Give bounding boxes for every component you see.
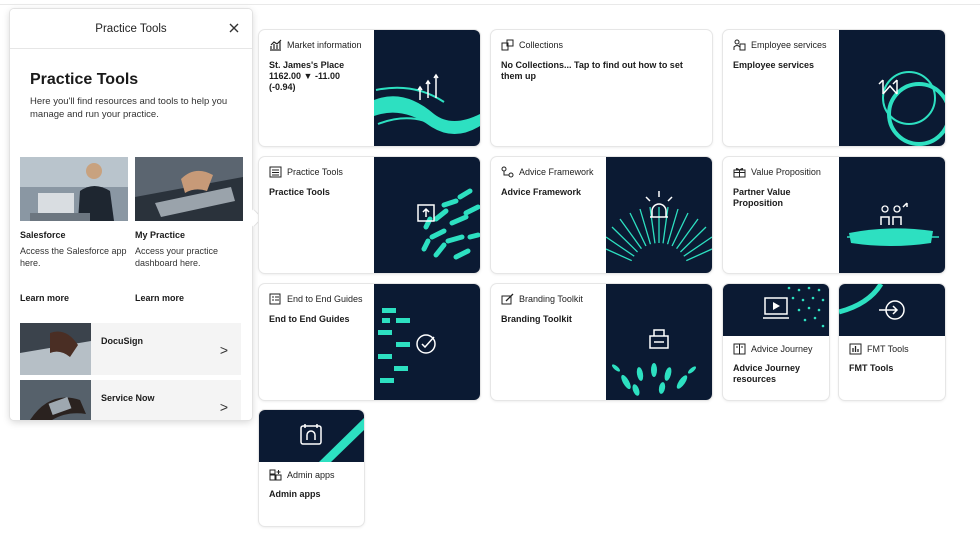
checklist-icon [269,293,281,305]
tile-header-label: Collections [519,40,564,50]
admin-apps-tile[interactable]: Admin apps Admin apps [259,410,364,526]
tile-title: FMT Tools [849,363,894,373]
card-name: Salesforce [20,230,66,240]
card-description: Access the Salesforce app here. [20,246,127,268]
flow-icon [501,166,514,178]
market-artwork [374,30,480,146]
practice-tools-artwork [374,157,480,273]
panel-header: Practice Tools [10,9,252,49]
practice-tools-tile[interactable]: Practice Tools Practice Tools [259,157,480,273]
panel-header-title: Practice Tools [95,22,167,35]
book-icon [733,343,746,355]
tile-header-label: Advice Journey [751,344,813,354]
card-description: Access your practice dashboard here. [135,246,219,268]
chart-icon [270,39,282,51]
advice-framework-artwork [606,157,712,273]
apps-icon [269,469,282,481]
service-now-row[interactable]: Service Now > [20,380,241,420]
branding-toolkit-tile[interactable]: Branding Toolkit Branding Toolkit [491,284,712,400]
list-icon [269,166,282,178]
tile-title: Admin apps [269,489,321,499]
tile-title: Advice Journey resources [733,363,801,384]
tile-header-label: End to End Guides [287,294,363,304]
my-practice-card[interactable]: My Practice Access your practice dashboa… [135,157,243,269]
tile-header-label: Practice Tools [287,167,343,177]
tile-title: No Collections... Tap to find out how to… [501,60,683,81]
value-proposition-tile[interactable]: Value Proposition Partner Value Proposit… [723,157,945,273]
tile-header-label: Value Proposition [751,167,821,177]
docusign-row[interactable]: DocuSign > [20,323,241,375]
tile-title: Practice Tools [269,187,330,197]
chevron-right-icon: > [219,399,228,415]
value-proposition-artwork [839,157,945,273]
branding-toolkit-artwork [606,284,712,400]
salesforce-card[interactable]: Salesforce Access the Salesforce app her… [20,157,128,269]
advice-journey-artwork [723,284,829,336]
tile-title: Partner Value Proposition [733,187,791,208]
collections-tile[interactable]: Collections No Collections... Tap to fin… [491,30,712,146]
employee-icon [733,39,746,51]
fmt-tools-artwork [839,284,945,336]
tile-title: Employee services [733,60,815,70]
my-practice-photo [135,157,243,221]
close-icon[interactable] [227,21,241,35]
docusign-photo [20,323,91,375]
gift-icon [733,168,746,178]
my-practice-learn-more-link[interactable]: Learn more [135,293,184,303]
row-label: DocuSign [101,336,143,346]
service-now-photo [20,380,91,420]
tile-title: Branding Toolkit [501,314,572,324]
tile-header-label: Employee services [751,40,827,50]
salesforce-learn-more-link[interactable]: Learn more [20,293,69,303]
advice-journey-tile[interactable]: Advice Journey Advice Journey resources [723,284,829,400]
chevron-right-icon: > [219,342,228,358]
card-name: My Practice [135,230,186,240]
employee-artwork [839,30,945,146]
salesforce-photo [20,157,128,221]
tile-header-label: Admin apps [287,470,335,480]
end-guides-artwork [374,284,480,400]
tile-header-label: FMT Tools [867,344,909,354]
tile-header-label: Branding Toolkit [519,294,583,304]
admin-apps-artwork [259,410,364,462]
collections-icon [501,39,514,51]
tile-title: Advice Framework [501,187,582,197]
practice-tools-panel: Practice Tools Practice Tools Here you'l… [10,9,262,420]
tile-title: End to End Guides [269,314,350,324]
fmt-icon [849,343,862,355]
fmt-tools-tile[interactable]: FMT Tools FMT Tools [839,284,945,400]
panel-description: Here you'll find resources and tools to … [30,96,228,120]
advice-framework-tile[interactable]: Advice Framework Advice Framework [491,157,712,273]
row-label: Service Now [101,393,155,403]
top-divider [0,4,980,5]
employee-services-tile[interactable]: Employee services Employee services [723,30,945,146]
tile-header-label: Market information [287,40,362,50]
panel-title: Practice Tools [30,71,139,88]
brush-icon [501,293,514,305]
end-to-end-guides-tile[interactable]: End to End Guides End to End Guides [259,284,480,400]
tile-header-label: Advice Framework [519,167,594,177]
tile-title: St. James's Place 1162.00 ▼ -11.00 (-0.9… [269,60,345,92]
market-information-tile[interactable]: Market information St. James's Place 116… [259,30,480,146]
